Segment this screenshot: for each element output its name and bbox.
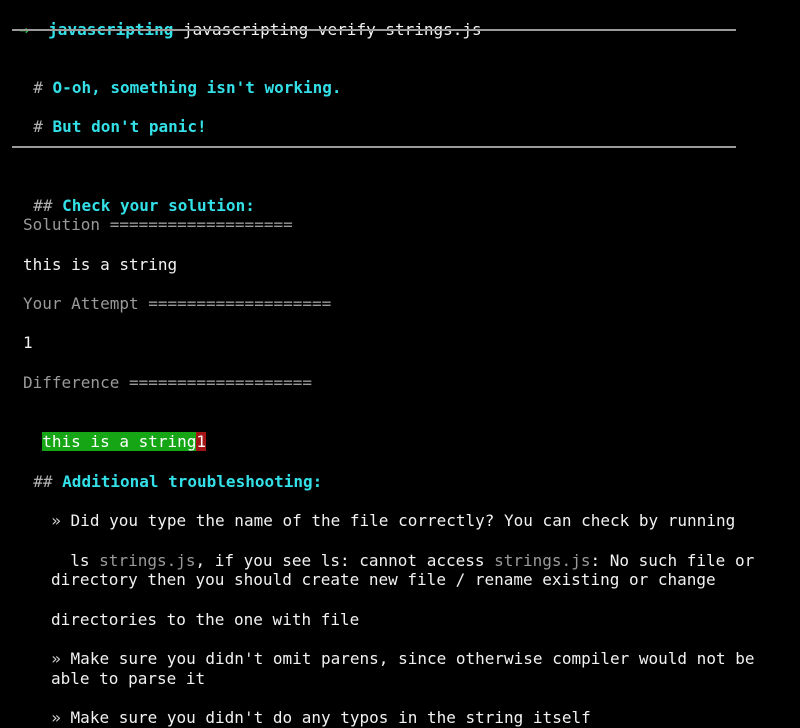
bullet-icon: »	[51, 649, 61, 668]
heading-marker: #	[33, 117, 43, 136]
check-solution-title: Check your solution:	[62, 196, 255, 215]
troubleshoot-item-1-line-3: directory then you should create new fil…	[51, 570, 716, 589]
bullet-icon: »	[51, 708, 61, 727]
item-1-line-1: Did you type the name of the file correc…	[70, 511, 736, 530]
troubleshoot-item-3: » Make sure you didn't do any typos in t…	[32, 688, 591, 728]
item-1-text: , if you see ls: cannot access	[195, 551, 495, 570]
item-3-line-1: Make sure you didn't do any typos in the…	[70, 708, 591, 727]
heading-marker: #	[33, 78, 43, 97]
file-name: strings.js	[99, 551, 196, 570]
solution-label: Solution ===================	[23, 215, 293, 234]
file-name: strings.js	[494, 551, 591, 570]
error-heading: # O-oh, something isn't working.	[14, 58, 342, 98]
heading-marker: ##	[33, 472, 53, 491]
diff-added-text: 1	[196, 432, 207, 451]
troubleshooting-heading: ## Additional troubleshooting:	[14, 452, 322, 492]
reassure-heading-text: But don't panic!	[52, 117, 207, 136]
divider-top	[12, 29, 736, 31]
diff-same-text: this is a string	[42, 432, 197, 451]
troubleshoot-item-1: » Did you type the name of the file corr…	[32, 491, 735, 531]
error-heading-text: O-oh, something isn't working.	[52, 78, 342, 97]
item-1-text: ls	[70, 551, 100, 570]
troubleshoot-item-1-line-4: directories to the one with file	[51, 610, 360, 629]
bullet-icon: »	[51, 511, 61, 530]
troubleshoot-item-2: » Make sure you didn't omit parens, sinc…	[32, 629, 754, 669]
difference-value: this is a string1	[23, 412, 207, 452]
divider-middle	[12, 146, 736, 148]
troubleshoot-item-2-line-2: able to parse it	[51, 669, 206, 688]
troubleshooting-title: Additional troubleshooting:	[62, 472, 323, 491]
item-1-text: : No such file or	[590, 551, 755, 570]
attempt-label: Your Attempt ===================	[23, 294, 332, 313]
solution-value: this is a string	[23, 255, 178, 274]
troubleshoot-item-1-line-2: ls strings.js, if you see ls: cannot acc…	[51, 531, 754, 571]
difference-label: Difference ===================	[23, 373, 312, 392]
heading-marker: ##	[33, 196, 53, 215]
check-solution-heading: ## Check your solution:	[14, 176, 255, 216]
terminal-prompt: → javascripting javascripting verify str…	[0, 0, 481, 40]
reassure-heading: # But don't panic!	[14, 97, 207, 137]
attempt-value: 1	[23, 333, 33, 352]
item-2-line-1: Make sure you didn't omit parens, since …	[70, 649, 755, 668]
